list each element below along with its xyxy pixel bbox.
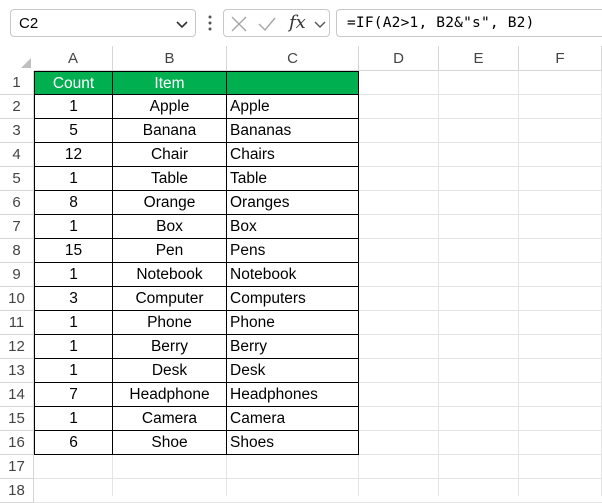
table-header-item[interactable]: Item	[113, 71, 227, 95]
table-cell-result[interactable]: Notebook	[227, 263, 359, 287]
table-cell-result[interactable]: Bananas	[227, 119, 359, 143]
table-cell-count[interactable]: 7	[34, 383, 113, 407]
table-cell-result[interactable]: Chairs	[227, 143, 359, 167]
row-header-6[interactable]: 6	[0, 191, 34, 215]
row-header-3[interactable]: 3	[0, 119, 34, 143]
gridline-vertical	[518, 71, 519, 496]
row-header-14[interactable]: 14	[0, 383, 34, 407]
table-cell-result[interactable]: Oranges	[227, 191, 359, 215]
name-box-value: C2	[19, 15, 39, 32]
table-cell-item[interactable]: Berry	[113, 335, 227, 359]
table-cell-result[interactable]: Berry	[227, 335, 359, 359]
more-options-icon[interactable]	[204, 14, 216, 32]
table-cell-count[interactable]: 1	[34, 215, 113, 239]
table-cell-result[interactable]: Phone	[227, 311, 359, 335]
formula-bar: C2 fx =IF(A2>1, B2&"s", B2)	[0, 0, 602, 46]
table-cell-result[interactable]: Computers	[227, 287, 359, 311]
chevron-down-icon[interactable]	[314, 18, 326, 30]
column-header-f[interactable]: F	[519, 46, 602, 71]
table-header-count[interactable]: Count	[34, 71, 113, 95]
table-cell-count[interactable]: 12	[34, 143, 113, 167]
table-header-result[interactable]	[227, 71, 359, 95]
table-cell-item[interactable]: Orange	[113, 191, 227, 215]
table-cell-count[interactable]: 1	[34, 407, 113, 431]
table-cell-item[interactable]: Banana	[113, 119, 227, 143]
table-cell-item[interactable]: Phone	[113, 311, 227, 335]
enter-icon[interactable]	[257, 15, 277, 33]
table-cell-count[interactable]: 8	[34, 191, 113, 215]
table-cell-count[interactable]: 1	[34, 167, 113, 191]
row-header-2[interactable]: 2	[0, 95, 34, 119]
row-header-15[interactable]: 15	[0, 407, 34, 431]
row-header-10[interactable]: 10	[0, 287, 34, 311]
table-cell-count[interactable]: 3	[34, 287, 113, 311]
table-cell-result[interactable]: Shoes	[227, 431, 359, 455]
chevron-down-icon[interactable]	[175, 17, 189, 31]
row-header-17[interactable]: 17	[0, 455, 34, 479]
gridline-vertical	[438, 71, 439, 496]
row-header-16[interactable]: 16	[0, 431, 34, 455]
table-cell-item[interactable]: Pen	[113, 239, 227, 263]
cancel-icon[interactable]	[230, 15, 248, 33]
gridline-horizontal	[34, 478, 602, 479]
column-header-e[interactable]: E	[439, 46, 519, 71]
formula-input[interactable]: =IF(A2>1, B2&"s", B2)	[336, 9, 602, 37]
column-header-b[interactable]: B	[113, 46, 227, 71]
table-cell-result[interactable]: Desk	[227, 359, 359, 383]
table-cell-count[interactable]: 15	[34, 239, 113, 263]
column-header-d[interactable]: D	[359, 46, 439, 71]
table-cell-result[interactable]: Apple	[227, 95, 359, 119]
formula-text: =IF(A2>1, B2&"s", B2)	[347, 15, 535, 31]
table-cell-item[interactable]: Headphone	[113, 383, 227, 407]
table-cell-item[interactable]: Shoe	[113, 431, 227, 455]
column-header-c[interactable]: C	[227, 46, 359, 71]
table-cell-count[interactable]: 6	[34, 431, 113, 455]
table-cell-count[interactable]: 1	[34, 311, 113, 335]
table-cell-item[interactable]: Box	[113, 215, 227, 239]
table-cell-item[interactable]: Chair	[113, 143, 227, 167]
table-cell-item[interactable]: Desk	[113, 359, 227, 383]
table-cell-count[interactable]: 1	[34, 95, 113, 119]
table-cell-count[interactable]: 1	[34, 359, 113, 383]
row-header-1[interactable]: 1	[0, 71, 34, 95]
formula-tools: fx	[223, 9, 330, 37]
table-cell-result[interactable]: Headphones	[227, 383, 359, 407]
row-header-9[interactable]: 9	[0, 263, 34, 287]
row-header-7[interactable]: 7	[0, 215, 34, 239]
table-cell-result[interactable]: Camera	[227, 407, 359, 431]
table-cell-count[interactable]: 1	[34, 335, 113, 359]
name-box[interactable]: C2	[10, 9, 196, 37]
row-header-4[interactable]: 4	[0, 143, 34, 167]
table-cell-result[interactable]: Box	[227, 215, 359, 239]
row-header-11[interactable]: 11	[0, 311, 34, 335]
table-cell-item[interactable]: Notebook	[113, 263, 227, 287]
row-header-18[interactable]: 18	[0, 479, 34, 503]
row-header-5[interactable]: 5	[0, 167, 34, 191]
row-header-12[interactable]: 12	[0, 335, 34, 359]
table-cell-item[interactable]: Computer	[113, 287, 227, 311]
row-header-13[interactable]: 13	[0, 359, 34, 383]
row-header-8[interactable]: 8	[0, 239, 34, 263]
table-cell-result[interactable]: Table	[227, 167, 359, 191]
column-header-a[interactable]: A	[34, 46, 113, 71]
select-all-triangle	[21, 58, 31, 68]
table-cell-result[interactable]: Pens	[227, 239, 359, 263]
function-icon[interactable]: fx	[289, 12, 306, 33]
table-cell-count[interactable]: 5	[34, 119, 113, 143]
table-cell-item[interactable]: Camera	[113, 407, 227, 431]
table-cell-item[interactable]: Apple	[113, 95, 227, 119]
table-cell-count[interactable]: 1	[34, 263, 113, 287]
table-cell-item[interactable]: Table	[113, 167, 227, 191]
